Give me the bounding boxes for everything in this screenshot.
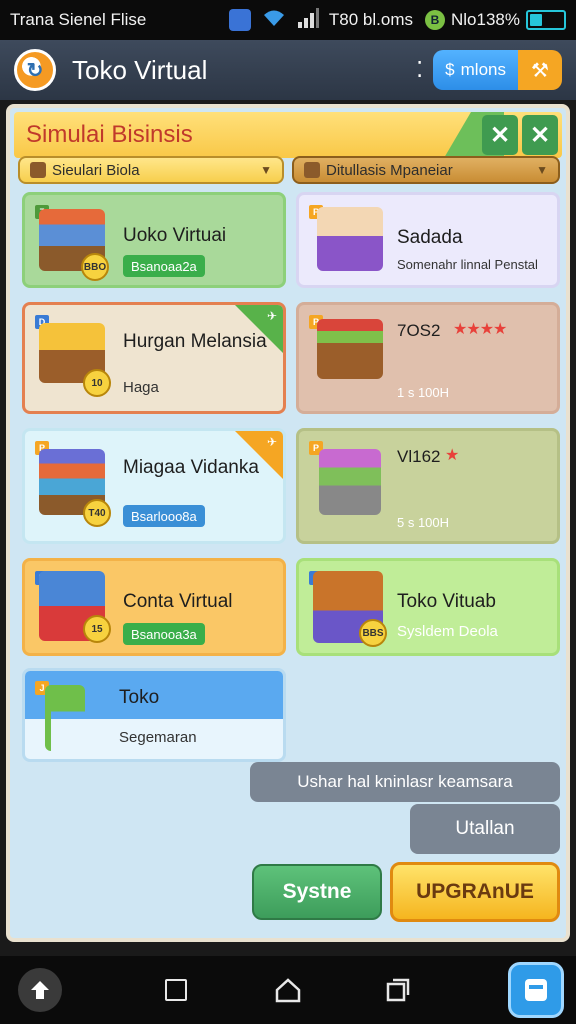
business-card-7[interactable]: B 15 Conta Virtual Bsanooa3a [22, 558, 286, 656]
business-card-2[interactable]: P Sadada Somenahr linnal Penstal [296, 192, 560, 288]
battery-percent: Nlo138% [451, 10, 520, 29]
info-toast[interactable]: Ushar hal kninlasr keamsara [250, 762, 560, 802]
recent-apps-icon[interactable] [156, 970, 196, 1010]
more-options-icon[interactable]: ⁚ [416, 57, 423, 83]
coin-badge: BBO [81, 253, 109, 281]
home-icon[interactable] [268, 970, 308, 1010]
business-card-9[interactable]: J Toko Segemaran [22, 668, 286, 762]
charging-icon: B [425, 10, 445, 30]
building-icon [304, 162, 320, 178]
coin-badge: 10 [83, 369, 111, 397]
currency-label: mlons [460, 60, 506, 79]
card-subtitle: Sysldem Deola [397, 623, 498, 640]
rating-stars: ★★★★ [453, 321, 507, 338]
worker-icon [45, 685, 85, 751]
coin-icon: $ [445, 60, 455, 79]
card-tag: Bsarlooo8a [123, 505, 205, 527]
currency-button[interactable]: $ mlons [433, 50, 518, 90]
coin-badge: 15 [83, 615, 111, 643]
status-right: B Nlo138% [425, 10, 566, 30]
system-nav-bar [0, 956, 576, 1024]
wifi-icon [261, 8, 287, 33]
cashier-icon [317, 207, 383, 271]
use-toast-button[interactable]: Utallan [410, 804, 560, 854]
business-card-6[interactable]: P Vl162 ★ 5 s 100H [296, 428, 560, 544]
status-icons [228, 7, 319, 33]
dropdown-simulation[interactable]: Sieulari Biola ▼ [18, 156, 284, 184]
status-carrier-text: Trana Sienel Flise [10, 10, 147, 29]
business-card-4[interactable]: P 7OS2 ★★★★ 1 s 100H [296, 302, 560, 414]
card-subtitle: Segemaran [119, 729, 197, 746]
coin-badge: BBS [359, 619, 387, 647]
currency-pill[interactable]: $ mlons ⚒ [433, 50, 562, 90]
status-bar: Trana Sienel Flise T80 bl.oms B Nlo138% [0, 0, 576, 40]
card-title: Hurgan Melansia [123, 331, 267, 352]
card-title: Vl162 [397, 447, 441, 466]
store-icon [30, 162, 46, 178]
hammer-icon[interactable]: ⚒ [518, 50, 562, 90]
close-button-1[interactable]: ✕ [482, 115, 518, 155]
notification-icon [228, 9, 251, 31]
card-title: 7OS2 [397, 321, 441, 340]
card-tag: Bsanooa3a [123, 623, 205, 645]
battery-fill [530, 14, 542, 26]
shop-app-icon[interactable] [508, 962, 564, 1018]
coin-badge: T40 [83, 499, 111, 527]
business-card-3[interactable]: D ✈ 10 Hurgan Melansia Haga [22, 302, 286, 414]
app-bar: ↻ Toko Virtual ⁚ $ mlons ⚒ [0, 40, 576, 100]
home-up-icon[interactable] [18, 968, 62, 1012]
system-button[interactable]: Systne [252, 864, 382, 920]
cart-icon [319, 449, 381, 515]
card-tag: Bsanoaa2a [123, 255, 205, 277]
close-button-2[interactable]: ✕ [522, 115, 558, 155]
card-title: Toko [119, 687, 160, 708]
dropdown-manager[interactable]: Ditullasis Mpaneiar ▼ [292, 156, 560, 184]
rating-stars: ★ [445, 447, 459, 464]
card-title: Toko Vituab [397, 591, 496, 612]
card-title: Uoko Virtuai [123, 225, 227, 246]
panel-header: Simulai Bisinsis ✕ ✕ [14, 112, 562, 158]
card-title: Conta Virtual [123, 591, 233, 612]
chevron-down-icon: ▼ [536, 163, 548, 177]
card-subtitle: 1 s 100H [397, 385, 450, 400]
app-title: Toko Virtual [72, 54, 208, 85]
card-subtitle: Haga [123, 379, 159, 396]
battery-icon [526, 10, 566, 30]
upgrade-button[interactable]: UPGRAnUE [390, 862, 560, 922]
card-title: Sadada [397, 227, 463, 248]
chevron-down-icon: ▼ [260, 163, 272, 177]
status-time: T80 bl.oms [328, 10, 413, 29]
produce-crate-icon [317, 319, 383, 379]
card-subtitle: Somenahr linnal Penstal [397, 257, 538, 272]
overview-icon[interactable] [378, 970, 418, 1010]
dropdown-simulation-label: Sieulari Biola [52, 161, 140, 179]
business-card-8[interactable]: 9 BBS Toko Vituab Sysldem Deola [296, 558, 560, 656]
signal-icon [297, 7, 319, 33]
card-subtitle: 5 s 100H [397, 515, 450, 530]
card-title: Miagaa Vidanka [123, 457, 259, 478]
business-card-1[interactable]: 7 BBO Uoko Virtuai Bsanoaa2a [22, 192, 286, 288]
business-card-5[interactable]: P ✈ T40 Miagaa Vidanka Bsarlooo8a [22, 428, 286, 544]
dropdown-manager-label: Ditullasis Mpaneiar [326, 161, 453, 179]
app-logo-icon[interactable]: ↻ [14, 49, 56, 91]
simulation-panel: Simulai Bisinsis ✕ ✕ Sieulari Biola ▼ Di… [6, 104, 570, 942]
